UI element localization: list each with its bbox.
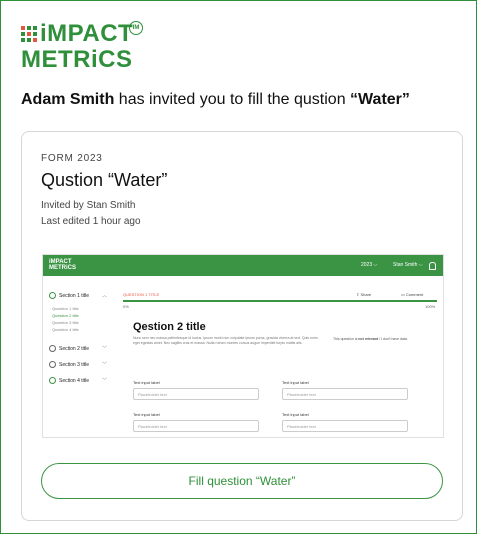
preview-subquestion: Question 2 title	[52, 313, 79, 318]
progress-bar	[123, 300, 437, 302]
preview-subquestion: Question 1 title	[52, 306, 79, 311]
check-circle-icon	[49, 377, 56, 384]
form-label: FORM 2023	[41, 153, 103, 164]
email-frame: iMPACT METRiCS IM Adam Smith has invited…	[0, 0, 477, 534]
invite-question: “Water”	[350, 91, 410, 108]
preview-share: ⇧ Share	[356, 292, 372, 297]
invited-by: Invited by Stan Smith	[41, 200, 136, 211]
inviter-name: Adam Smith	[21, 91, 115, 108]
preview-breadcrumb: QUESTION 1 TITLE	[123, 292, 160, 297]
preview-section-3: Section 3 title ﹀	[49, 361, 107, 368]
preview-header: iMPACT METRiCS 2023 ⌵ Stan Smith ⌵	[43, 255, 443, 276]
preview-section-2: Section 2 title ﹀	[49, 345, 107, 352]
chevron-down-icon: ﹀	[101, 362, 107, 368]
logo-dots-icon	[21, 26, 37, 42]
invite-text: has invited you to fill the qustion	[114, 91, 351, 108]
logo-text-line1: iMPACT	[40, 20, 134, 47]
preview-main: QUESTION 1 TITLE ⇧ Share ▭ Comment 0% 10…	[115, 276, 443, 437]
preview-subquestion: Question 3 title	[52, 320, 79, 325]
preview-field-label: Text input label	[133, 380, 160, 385]
logo-text-line2: METRiCS	[21, 46, 133, 73]
form-title: Qustion “Water”	[41, 170, 168, 190]
preview-year-select: 2023 ⌵	[361, 262, 378, 268]
preview-not-relevant: This question is not relevant / I don't …	[333, 337, 408, 341]
circle-icon	[49, 292, 56, 299]
preview-field-input: Placeholder text	[133, 388, 259, 400]
preview-sidebar: Section 1 title ︿ Question 1 title Quest…	[43, 276, 109, 437]
preview-field-label: Text input label	[133, 412, 160, 417]
preview-description: Nunc sem nec massa pellentesque id luctu…	[133, 336, 318, 345]
form-card: FORM 2023 Qustion “Water” Invited by Sta…	[21, 131, 463, 521]
chevron-up-icon: ︿	[101, 293, 107, 299]
bell-icon	[429, 262, 436, 270]
preview-question-title: Qestion 2 title	[133, 321, 206, 333]
progress-end: 100%	[425, 304, 436, 309]
form-preview-image: iMPACT METRiCS 2023 ⌵ Stan Smith ⌵ Secti…	[42, 254, 444, 438]
preview-field-label: Text input label	[282, 380, 309, 385]
preview-section-4: Section 4 title ﹀	[49, 377, 107, 384]
circle-icon	[49, 345, 56, 352]
circle-icon	[49, 361, 56, 368]
last-edited: Last edited 1 hour ago	[41, 216, 141, 227]
preview-comment: ▭ Comment	[401, 292, 424, 297]
invite-headline: Adam Smith has invited you to fill the q…	[21, 91, 461, 109]
preview-field-label: Text input label	[282, 412, 309, 417]
preview-section-1: Section 1 title ︿	[49, 292, 107, 299]
preview-field-input: Placeholder text	[282, 388, 408, 400]
progress-start: 0%	[123, 304, 129, 309]
preview-field-input: Placeholder text	[133, 420, 259, 432]
preview-logo: iMPACT METRiCS	[49, 259, 76, 271]
preview-user-menu: Stan Smith ⌵	[393, 262, 423, 268]
fill-question-button[interactable]: Fill question “Water”	[41, 463, 443, 499]
chevron-down-icon: ﹀	[101, 378, 107, 384]
logo-badge: IM	[129, 21, 143, 35]
preview-field-input: Placeholder text	[282, 420, 408, 432]
chevron-down-icon: ﹀	[101, 346, 107, 352]
preview-subquestion: Question 4 title	[52, 327, 79, 332]
